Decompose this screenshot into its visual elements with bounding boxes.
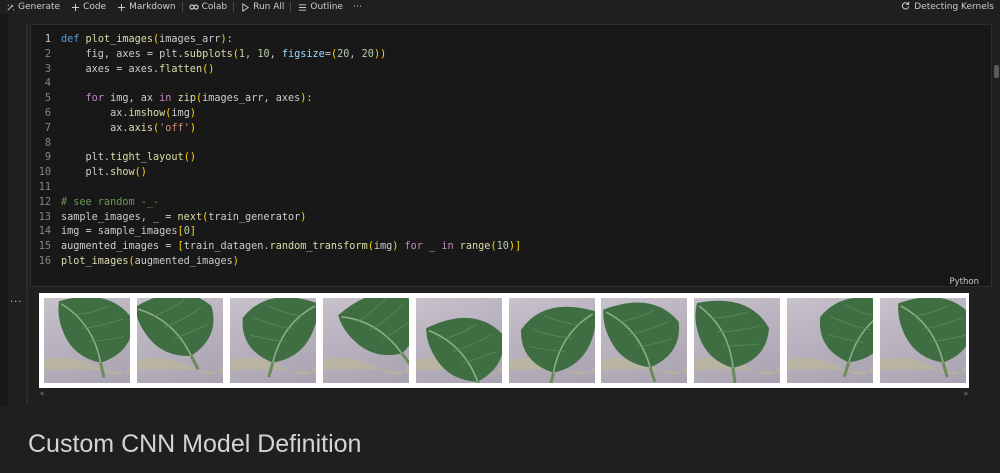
list-icon: [297, 2, 307, 12]
line-number: 6: [44, 107, 51, 119]
toolbar-divider: [181, 2, 183, 12]
outline-button[interactable]: Outline: [292, 0, 348, 14]
code-line[interactable]: 8: [31, 137, 991, 152]
code-line[interactable]: 5 for img, ax in zip(images_arr, axes):: [31, 92, 991, 107]
code-line[interactable]: 7 ax.axis('off'): [31, 122, 991, 137]
line-number: 4: [44, 78, 51, 90]
augmented-image-5: [416, 298, 502, 383]
line-number: 12: [38, 196, 51, 208]
code-line[interactable]: 2 fig, axes = plt.subplots(1, 10, figsiz…: [31, 48, 991, 63]
line-number: 5: [44, 93, 51, 105]
run-all-icon: [240, 2, 250, 12]
code-text[interactable]: plt.tight_layout(): [61, 151, 196, 166]
refresh-icon: [901, 1, 910, 13]
code-text[interactable]: ax.imshow(img): [61, 107, 196, 122]
code-line[interactable]: 3 axes = axes.flatten(): [31, 63, 991, 78]
code-line[interactable]: 1 def plot_images(images_arr):: [31, 33, 991, 48]
more-actions-button[interactable]: ⋯: [348, 0, 367, 14]
line-number: 8: [44, 137, 51, 149]
add-code-label: Code: [83, 2, 107, 12]
code-text[interactable]: ax.axis('off'): [61, 122, 196, 137]
output-collapse-toggle[interactable]: ...: [10, 294, 23, 305]
plus-icon: [116, 2, 126, 12]
sparkle-icon: [5, 2, 15, 12]
augmented-image-1: [44, 298, 130, 383]
add-markdown-label: Markdown: [129, 2, 176, 12]
plus-icon: [70, 2, 80, 12]
code-text[interactable]: def plot_images(images_arr):: [61, 33, 233, 48]
cell-output-image: [39, 293, 969, 388]
kernel-status-label: Detecting Kernels: [914, 2, 994, 12]
add-markdown-button[interactable]: Markdown: [111, 0, 180, 14]
kernel-picker[interactable]: Detecting Kernels: [901, 0, 994, 14]
code-line[interactable]: 12 # see random -_-: [31, 196, 991, 211]
vertical-scrollbar-thumb[interactable]: [994, 65, 999, 78]
notebook-gutter: [0, 14, 8, 473]
code-text[interactable]: plot_images(augmented_images): [61, 255, 239, 270]
add-code-button[interactable]: Code: [65, 0, 111, 14]
line-number: 10: [38, 167, 51, 179]
augmented-image-4: [323, 298, 409, 383]
code-line[interactable]: 4: [31, 77, 991, 92]
code-line[interactable]: 11: [31, 181, 991, 196]
toolbar-divider: [290, 2, 292, 12]
generate-label: Generate: [18, 2, 61, 12]
line-number: 11: [38, 181, 51, 193]
code-line[interactable]: 14 img = sample_images[0]: [31, 225, 991, 240]
code-line[interactable]: 13 sample_images, _ = next(train_generato…: [31, 211, 991, 226]
line-number: 16: [38, 255, 51, 267]
generate-button[interactable]: Generate: [0, 0, 65, 14]
code-text[interactable]: sample_images, _ = next(train_generator): [61, 211, 306, 226]
more-icon: ⋯: [352, 2, 362, 12]
colab-label: Colab: [201, 2, 228, 12]
code-line[interactable]: 6 ax.imshow(img): [31, 107, 991, 122]
code-text[interactable]: plt.show(): [61, 166, 147, 181]
code-cell[interactable]: 1 def plot_images(images_arr): 2 fig, axes…: [30, 24, 992, 287]
scroll-right-icon[interactable]: ▶: [964, 390, 969, 398]
code-line[interactable]: 9 plt.tight_layout(): [31, 151, 991, 166]
code-line[interactable]: 16 plot_images(augmented_images): [31, 255, 991, 270]
line-number: 15: [38, 241, 51, 253]
line-number: 7: [44, 122, 51, 134]
code-text[interactable]: axes = axes.flatten(): [61, 63, 215, 78]
code-text[interactable]: # see random -_-: [61, 196, 159, 211]
line-number: 13: [38, 211, 51, 223]
augmented-image-2: [137, 298, 223, 383]
toolbar-divider: [233, 2, 235, 12]
line-number: 1: [44, 34, 51, 45]
colab-icon: [188, 2, 199, 12]
cell-focus-indicator: [26, 24, 28, 404]
code-line[interactable]: 10 plt.show(): [31, 166, 991, 181]
outline-label: Outline: [310, 2, 343, 12]
code-line[interactable]: 15 augmented_images = [train_datagen.rand…: [31, 240, 991, 255]
line-number: 3: [44, 63, 51, 75]
augmented-image-9: [787, 298, 873, 383]
code-editor[interactable]: 1 def plot_images(images_arr): 2 fig, axes…: [31, 33, 991, 270]
augmented-image-10: [880, 298, 966, 383]
scroll-left-icon[interactable]: ◀: [39, 390, 44, 398]
colab-button[interactable]: Colab: [184, 0, 233, 14]
augmented-image-3: [230, 298, 316, 383]
line-number: 9: [44, 152, 51, 164]
markdown-heading: Custom CNN Model Definition: [28, 430, 362, 458]
output-horizontal-scrollbar[interactable]: ◀ ▶: [39, 390, 969, 398]
line-number: 14: [38, 226, 51, 238]
run-all-label: Run All: [253, 2, 285, 12]
notebook-toolbar: Generate Code Markdown Colab Run All Out…: [0, 0, 1000, 14]
augmented-image-6: [509, 298, 595, 383]
augmented-image-8: [694, 298, 780, 383]
language-indicator[interactable]: Python: [950, 277, 979, 287]
augmented-image-7: [601, 298, 687, 383]
code-text[interactable]: fig, axes = plt.subplots(1, 10, figsize=…: [61, 48, 387, 63]
code-text[interactable]: augmented_images = [train_datagen.random…: [61, 240, 521, 255]
run-all-button[interactable]: Run All: [235, 0, 289, 14]
code-text[interactable]: for img, ax in zip(images_arr, axes):: [61, 92, 313, 107]
line-number: 2: [44, 48, 51, 60]
code-text[interactable]: img = sample_images[0]: [61, 225, 196, 240]
